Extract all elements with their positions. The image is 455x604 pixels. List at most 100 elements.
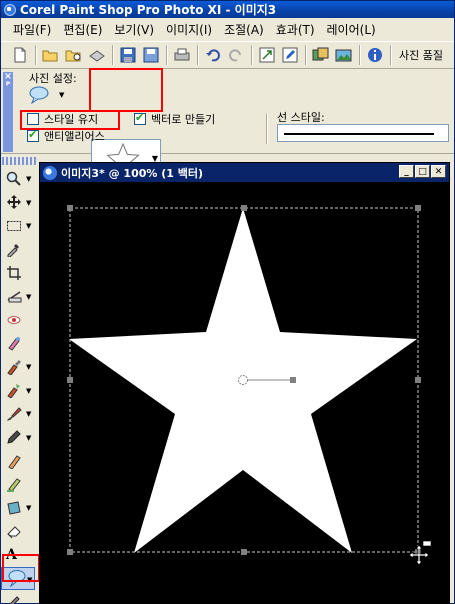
clone-tool[interactable]: ▼ <box>1 355 35 379</box>
canvas-svg <box>67 205 432 566</box>
info-button[interactable] <box>364 44 386 66</box>
menu-effects[interactable]: 효과(T) <box>270 21 321 38</box>
document-title-bar[interactable]: 이미지3* @ 100% (1 백터) _ □ ✕ <box>40 163 449 182</box>
scratch-tool[interactable]: ▼ <box>1 379 35 403</box>
create-vector-label: 벡터로 만들기 <box>151 113 216 126</box>
pen-icon <box>7 430 21 444</box>
rotation-handle[interactable] <box>290 377 296 383</box>
print-button[interactable] <box>171 44 193 66</box>
scan-button[interactable] <box>86 44 108 66</box>
menu-view[interactable]: 보기(V) <box>108 21 160 38</box>
chevron-down-icon: ▼ <box>26 292 32 301</box>
save-button[interactable] <box>117 44 139 66</box>
pen-vector-tool[interactable] <box>1 590 35 604</box>
paint-shop-pro-icon <box>4 3 16 16</box>
handle-top-left[interactable] <box>67 205 73 211</box>
paint-brush-icon <box>6 407 22 421</box>
chevron-down-icon: ▼ <box>26 433 32 442</box>
edit-icon <box>282 47 298 63</box>
antialias-box[interactable] <box>27 128 39 142</box>
dropper-icon <box>7 244 19 258</box>
handle-bottom-left[interactable] <box>67 549 73 555</box>
chevron-down-icon: ▼ <box>26 410 32 418</box>
smudge-tool[interactable] <box>1 473 35 497</box>
vector-pen-icon <box>9 596 20 604</box>
resize-button[interactable] <box>256 44 278 66</box>
chevron-down-icon: ▼ <box>26 175 32 183</box>
handle-middle-left[interactable] <box>67 377 73 383</box>
pin-icon[interactable]: ᴾ <box>3 82 13 92</box>
info-icon <box>368 48 382 62</box>
lighten-tool[interactable] <box>1 449 35 473</box>
line-style-dropdown[interactable] <box>277 124 449 142</box>
undo-button[interactable] <box>202 44 224 66</box>
move-cursor-icon <box>408 540 432 566</box>
window-title: Corel Paint Shop Pro Photo XI - 이미지3 <box>20 3 277 17</box>
edit-button[interactable] <box>279 44 301 66</box>
magnifier-icon <box>6 171 21 186</box>
maximize-button[interactable]: □ <box>415 165 430 178</box>
text-tool[interactable]: A <box>1 543 35 567</box>
chevron-down-icon: ▼ <box>26 198 32 207</box>
redo-icon <box>229 49 241 62</box>
smudge-icon <box>7 478 21 493</box>
marquee-icon <box>7 220 21 231</box>
chevron-down-icon: ▼ <box>59 91 65 99</box>
scratch-remover-icon <box>7 384 20 399</box>
antialias-checkbox[interactable]: 앤티앨리어스 <box>27 128 105 144</box>
pen-tool[interactable]: ▼ <box>1 426 35 450</box>
maximize-icon: □ <box>418 166 427 177</box>
redo-button[interactable] <box>225 44 247 66</box>
preset-shape-tool[interactable]: ▼ <box>1 566 35 590</box>
image-canvas[interactable] <box>40 182 449 603</box>
toolbar-separator <box>305 45 307 65</box>
menu-adjust[interactable]: 조절(A) <box>218 21 270 38</box>
minimize-icon: _ <box>404 166 409 177</box>
red-eye-tool[interactable] <box>1 308 35 332</box>
organizer-button[interactable] <box>310 44 332 66</box>
dropper-tool[interactable] <box>1 238 35 262</box>
menu-bar: 파일(F) 편집(E) 보기(V) 이미지(I) 조절(A) 효과(T) 레이어… <box>1 19 454 40</box>
crop-tool[interactable] <box>1 261 35 285</box>
menu-file[interactable]: 파일(F) <box>7 21 57 38</box>
makeover-tool[interactable] <box>1 332 35 356</box>
retain-style-box[interactable] <box>27 113 39 125</box>
deform-tool[interactable]: ▼ <box>1 496 35 520</box>
create-vector-checkbox[interactable]: 벡터로 만들기 <box>134 111 215 127</box>
menu-image[interactable]: 이미지(I) <box>160 21 218 38</box>
speech-bubble-icon <box>29 86 49 105</box>
star-shape[interactable] <box>69 208 417 553</box>
handle-bottom-center[interactable] <box>241 549 247 555</box>
scan-icon <box>89 50 105 62</box>
handle-top-right[interactable] <box>415 205 421 211</box>
move-arrows-icon <box>7 195 21 210</box>
close-button[interactable]: ✕ <box>431 165 446 178</box>
brush-tool[interactable]: ▼ <box>1 402 35 426</box>
new-icon <box>14 47 26 63</box>
handle-middle-right[interactable] <box>415 377 421 383</box>
preset-dropdown[interactable]: ▼ <box>27 84 75 106</box>
zoom-tool[interactable]: ▼ <box>1 167 35 191</box>
create-vector-box[interactable] <box>134 111 146 125</box>
tools-grip[interactable] <box>2 157 36 165</box>
speech-bubble-icon <box>8 570 26 588</box>
standard-toolbar: 사진 품질 <box>1 41 454 69</box>
palette-grip[interactable]: × ᴾ <box>3 72 13 152</box>
move-tool[interactable]: ▼ <box>1 191 35 215</box>
chevron-down-icon: ▼ <box>26 222 32 230</box>
minimize-button[interactable]: _ <box>399 165 414 178</box>
retain-style-checkbox[interactable]: 스타일 유지 <box>27 111 98 127</box>
open-button[interactable] <box>40 44 62 66</box>
save-as-button[interactable] <box>140 44 162 66</box>
browse-button[interactable] <box>63 44 85 66</box>
menu-edit[interactable]: 편집(E) <box>57 21 108 38</box>
menu-layers[interactable]: 레이어(L) <box>321 21 382 38</box>
selection-tool[interactable]: ▼ <box>1 214 35 238</box>
handle-top-center[interactable] <box>241 205 247 211</box>
photo-button[interactable] <box>333 44 355 66</box>
toolbar-separator <box>251 45 253 65</box>
new-button[interactable] <box>9 44 31 66</box>
chevron-down-icon: ▼ <box>27 575 33 584</box>
eraser-tool[interactable] <box>1 520 35 544</box>
straighten-tool[interactable]: ▼ <box>1 285 35 309</box>
